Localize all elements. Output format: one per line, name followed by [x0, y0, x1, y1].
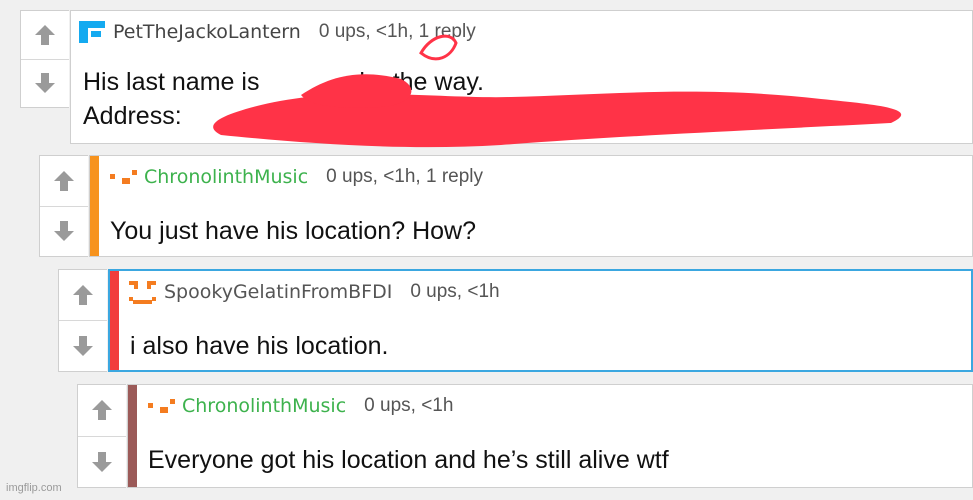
pixel-smiley-avatar-icon	[129, 281, 156, 304]
comment-body: PetTheJackoLantern 0 ups, <1h, 1 reply H…	[70, 10, 973, 148]
arrow-up-icon	[54, 170, 74, 191]
username[interactable]: SpookyGelatinFromBFDI	[164, 281, 392, 303]
username[interactable]: ChronolinthMusic	[182, 395, 346, 417]
downvote-button[interactable]	[40, 205, 88, 257]
comment-3: SpookyGelatinFromBFDI 0 ups, <1h i also …	[58, 269, 973, 372]
downvote-button[interactable]	[59, 320, 107, 371]
downvote-button[interactable]	[21, 58, 69, 108]
pixel-dots-avatar-icon	[110, 170, 137, 184]
comment-body: ChronolinthMusic 0 ups, <1h Everyone got…	[127, 384, 973, 488]
comment-meta: 0 ups, <1h, 1 reply	[318, 21, 476, 42]
comment-body: ChronolinthMusic 0 ups, <1h, 1 reply You…	[89, 155, 973, 257]
comment-text: You just have his location? How?	[110, 217, 476, 245]
arrow-up-icon	[92, 400, 112, 421]
arrow-down-icon	[54, 221, 74, 242]
thread-accent-bar	[110, 271, 119, 370]
avatar	[108, 164, 138, 190]
arrow-down-icon	[35, 73, 55, 94]
comment-text: Everyone got his location and he’s still…	[148, 446, 669, 474]
vote-column	[58, 269, 107, 372]
upvote-button[interactable]	[40, 156, 88, 206]
thread-accent-bar	[128, 385, 137, 487]
avatar	[146, 393, 176, 419]
comment-meta: 0 ups, <1h	[410, 281, 500, 302]
avatar	[128, 279, 158, 305]
comment-4: ChronolinthMusic 0 ups, <1h Everyone got…	[77, 384, 973, 488]
thread-accent-bar	[90, 156, 99, 256]
vote-column	[77, 384, 126, 488]
pixel-dots-avatar-icon	[148, 399, 175, 413]
vote-column	[39, 155, 88, 257]
comment-1: PetTheJackoLantern 0 ups, <1h, 1 reply H…	[20, 10, 973, 148]
downvote-button[interactable]	[78, 435, 126, 488]
username[interactable]: PetTheJackoLantern	[113, 21, 301, 43]
arrow-up-icon	[73, 285, 93, 305]
upvote-button[interactable]	[78, 385, 126, 436]
watermark: imgflip.com	[6, 482, 62, 494]
comment-body: SpookyGelatinFromBFDI 0 ups, <1h i also …	[108, 269, 973, 372]
comment-2: ChronolinthMusic 0 ups, <1h, 1 reply You…	[39, 155, 973, 257]
username[interactable]: ChronolinthMusic	[144, 166, 308, 188]
pixel-tetris-avatar-icon	[79, 21, 105, 43]
arrow-up-icon	[35, 24, 55, 45]
avatar	[77, 19, 107, 45]
comment-text-line-1: His last name is by the way.	[83, 68, 484, 96]
comment-text: i also have his location.	[130, 332, 389, 360]
comment-meta: 0 ups, <1h, 1 reply	[326, 166, 484, 187]
upvote-button[interactable]	[59, 270, 107, 320]
arrow-down-icon	[73, 336, 93, 356]
upvote-button[interactable]	[21, 11, 69, 59]
comment-meta: 0 ups, <1h	[364, 395, 454, 416]
comment-text-line-2: Address:	[83, 102, 182, 130]
vote-column	[20, 10, 69, 108]
arrow-down-icon	[92, 451, 112, 472]
